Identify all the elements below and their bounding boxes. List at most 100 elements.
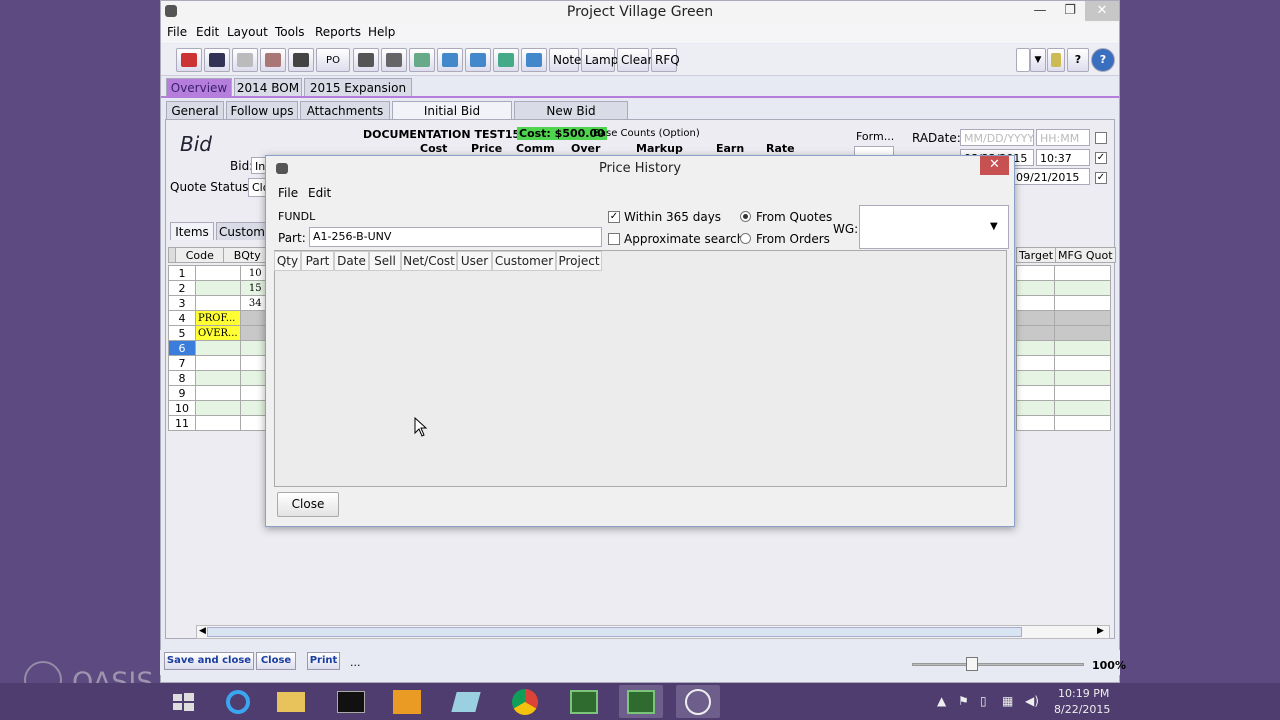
part-input[interactable]: A1-256-B-UNV [309, 227, 602, 247]
save-icon[interactable] [204, 48, 230, 72]
row-number[interactable]: 9 [168, 385, 196, 401]
table-row[interactable] [1016, 415, 1111, 431]
dialog-close-button[interactable]: Close [277, 492, 339, 517]
row-mfg-quote[interactable] [1054, 385, 1111, 401]
table-row[interactable] [1016, 295, 1111, 311]
scroll-thumb[interactable] [207, 627, 1022, 637]
row-mfg-quote[interactable] [1054, 340, 1111, 356]
menu-file[interactable]: File [167, 25, 187, 39]
clear-button[interactable]: Clear [617, 48, 652, 72]
row-mfg-quote[interactable] [1054, 310, 1111, 326]
table-row[interactable]: 9 [168, 385, 272, 401]
menu-help[interactable]: Help [368, 25, 395, 39]
dialog-menu-edit[interactable]: Edit [308, 186, 331, 200]
table-row[interactable]: 7 [168, 355, 272, 371]
tab-2015-expansion[interactable]: 2015 Expansion [304, 78, 412, 96]
outlook-icon[interactable] [385, 685, 429, 718]
col-mfg-quote[interactable]: MFG Quot [1055, 247, 1116, 263]
row-target[interactable] [1016, 355, 1055, 371]
scroll-right-icon[interactable]: ▶ [1097, 626, 1104, 636]
row-number[interactable]: 8 [168, 370, 196, 386]
radate-checkbox[interactable] [1095, 132, 1107, 144]
row-target[interactable] [1016, 295, 1055, 311]
home-icon[interactable] [176, 48, 202, 72]
row-code[interactable] [194, 400, 241, 416]
row-target[interactable] [1016, 415, 1055, 431]
table-row[interactable] [1016, 370, 1111, 386]
row-mfg-quote[interactable] [1054, 295, 1111, 311]
table-row[interactable]: 6 [168, 340, 272, 356]
row-target[interactable] [1016, 265, 1055, 281]
row-code[interactable]: OVER... [194, 325, 241, 341]
table-row[interactable] [1016, 355, 1111, 371]
row-target[interactable] [1016, 400, 1055, 416]
table-row[interactable]: 5 OVER... [168, 325, 272, 341]
row-code[interactable] [194, 340, 241, 356]
more-ellipsis[interactable]: ... [350, 656, 361, 669]
minimize-button[interactable]: — [1025, 1, 1055, 21]
save-and-close-button[interactable]: Save and close [164, 652, 254, 670]
table-row[interactable] [1016, 325, 1111, 341]
tab-new-bid[interactable]: New Bid (08/22/15) [514, 101, 628, 136]
tab-2014-bom[interactable]: 2014 BOM [234, 78, 302, 96]
command-prompt-icon[interactable] [329, 685, 373, 718]
row-target[interactable] [1016, 325, 1055, 341]
table-row[interactable]: 1 10 [168, 265, 272, 281]
from-orders-radio[interactable] [740, 233, 751, 244]
table-row[interactable] [1016, 310, 1111, 326]
row-code[interactable] [194, 265, 241, 281]
bid-time-field[interactable]: 10:37 AM [1036, 149, 1090, 183]
due-date-checkbox[interactable]: ✓ [1095, 172, 1107, 184]
radate-time-field[interactable]: HH:MM A [1036, 129, 1090, 163]
row-code[interactable] [194, 370, 241, 386]
rfq-button[interactable]: RFQ [651, 48, 680, 72]
row-number[interactable]: 4 [168, 310, 196, 326]
row-number[interactable]: 6 [168, 340, 196, 356]
volume-icon[interactable]: ◀) [1025, 694, 1039, 708]
table-row[interactable]: 4 PROF... [168, 310, 272, 326]
row-code[interactable] [194, 355, 241, 371]
dialog-close-icon[interactable]: ✕ [980, 156, 1009, 175]
tab-attachments[interactable]: Attachments [300, 101, 390, 119]
row-code[interactable]: PROF... [194, 310, 241, 326]
tab-overview[interactable]: Overview [166, 78, 232, 96]
row-target[interactable] [1016, 370, 1055, 386]
chevron-down-icon[interactable]: ▼ [990, 218, 998, 236]
row-mfg-quote[interactable] [1054, 265, 1111, 281]
col-sell[interactable]: Sell [369, 251, 401, 271]
bid-date-checkbox[interactable]: ✓ [1095, 152, 1107, 164]
menu-reports[interactable]: Reports [315, 25, 361, 39]
tree-icon[interactable] [437, 48, 463, 72]
menu-edit[interactable]: Edit [196, 25, 219, 39]
table-row[interactable]: 11 [168, 415, 272, 431]
tray-up-icon[interactable]: ▲ [937, 694, 946, 708]
row-mfg-quote[interactable] [1054, 370, 1111, 386]
wand-icon[interactable] [409, 48, 435, 72]
table-row[interactable]: 8 [168, 370, 272, 386]
tab-initial-bid[interactable]: Initial Bid (08/22/15) [392, 101, 512, 136]
tools-icon[interactable] [288, 48, 314, 72]
tab-items[interactable]: Items [170, 222, 214, 240]
tab-customer[interactable]: Custom [216, 222, 268, 240]
bottom-close-button[interactable]: Close [256, 652, 296, 670]
scroll-left-icon[interactable]: ◀ [199, 626, 206, 636]
row-mfg-quote[interactable] [1054, 280, 1111, 296]
tree2-icon[interactable] [465, 48, 491, 72]
col-part[interactable]: Part [301, 251, 334, 271]
col-qty[interactable]: Qty [274, 251, 301, 271]
windows-start-icon[interactable] [162, 685, 206, 718]
table-row[interactable] [1016, 340, 1111, 356]
row-code[interactable] [194, 415, 241, 431]
table-row[interactable]: 2 15 [168, 280, 272, 296]
row-code[interactable] [194, 295, 241, 311]
screen-icon[interactable] [381, 48, 407, 72]
table-row[interactable]: 3 34 [168, 295, 272, 311]
row-mfg-quote[interactable] [1054, 400, 1111, 416]
po-button[interactable]: PO [316, 48, 350, 72]
row-target[interactable] [1016, 340, 1055, 356]
row-mfg-quote[interactable] [1054, 325, 1111, 341]
approximate-search-checkbox[interactable] [608, 233, 620, 245]
table-row[interactable] [1016, 265, 1111, 281]
radate-field[interactable]: MM/DD/YYYY [960, 129, 1034, 146]
internet-explorer-icon[interactable] [216, 685, 260, 718]
